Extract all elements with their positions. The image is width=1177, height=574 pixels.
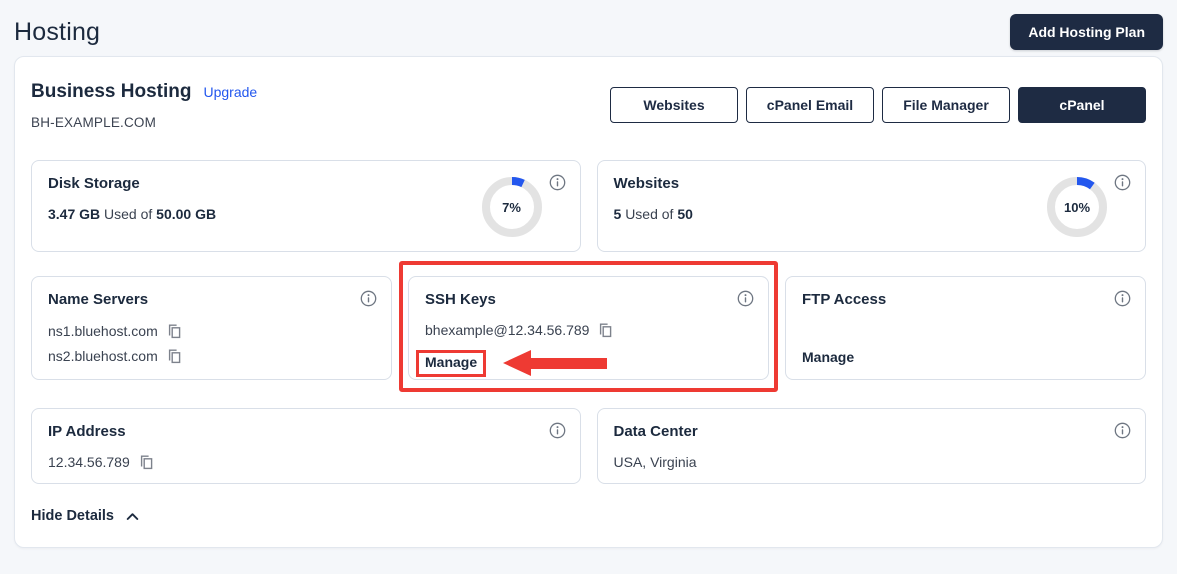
page-title: Hosting: [14, 17, 101, 46]
ssh-keys-card-wrapper: SSH Keys bhexample@12.34.56.789 Manage: [399, 261, 778, 392]
info-icon[interactable]: [358, 288, 379, 309]
plan-identity: Business Hosting Upgrade BH-EXAMPLE.COM: [31, 81, 257, 130]
copy-icon[interactable]: [599, 323, 612, 338]
file-manager-button[interactable]: File Manager: [882, 87, 1010, 123]
card-title: IP Address: [48, 423, 126, 440]
annotation-arrow: [503, 350, 607, 376]
disk-storage-card: Disk Storage 3.47 GB Used of 50.00 GB 7%: [31, 160, 581, 252]
name-servers-card: Name Servers ns1.bluehost.com ns2.blueho…: [31, 276, 392, 380]
ssh-manage-link[interactable]: Manage: [425, 354, 477, 370]
websites-card: Websites 5 Used of 50 10%: [596, 160, 1146, 252]
info-icon[interactable]: [1112, 172, 1133, 193]
ip-address-value: 12.34.56.789: [48, 454, 130, 470]
disk-usage-donut: 7%: [480, 175, 544, 239]
ssh-keys-card: SSH Keys bhexample@12.34.56.789 Manage: [408, 276, 769, 380]
ftp-access-card: FTP Access Manage: [785, 276, 1146, 380]
hosting-page: Hosting Add Hosting Plan Business Hostin…: [0, 0, 1177, 574]
ssh-manage-row: Manage: [416, 349, 752, 377]
plan-header: Business Hosting Upgrade BH-EXAMPLE.COM …: [31, 81, 1146, 130]
cpanel-email-button[interactable]: cPanel Email: [746, 87, 874, 123]
ssh-key-value: bhexample@12.34.56.789: [425, 322, 590, 338]
plan-actions: Websites cPanel Email File Manager cPane…: [610, 87, 1146, 123]
donut-percent-label: 10%: [1063, 199, 1091, 215]
topbar: Hosting Add Hosting Plan: [14, 0, 1163, 52]
data-center-card: Data Center USA, Virginia: [596, 408, 1146, 484]
add-hosting-plan-button[interactable]: Add Hosting Plan: [1010, 14, 1163, 50]
name-server-list: ns1.bluehost.com ns2.bluehost.com: [48, 323, 375, 364]
card-title: FTP Access: [802, 291, 887, 308]
hide-details-label: Hide Details: [31, 508, 114, 524]
copy-icon[interactable]: [140, 455, 153, 470]
ip-address-row: 12.34.56.789: [48, 454, 564, 470]
hosting-plan-panel: Business Hosting Upgrade BH-EXAMPLE.COM …: [14, 56, 1163, 548]
ip-address-card: IP Address 12.34.56.789: [31, 408, 581, 484]
card-title: Data Center: [613, 423, 698, 440]
hide-details-toggle[interactable]: Hide Details: [31, 508, 139, 524]
detail-cards-row: Name Servers ns1.bluehost.com ns2.blueho…: [31, 261, 1146, 392]
name-server-row: ns1.bluehost.com: [48, 323, 375, 339]
ftp-manage-link[interactable]: Manage: [802, 349, 1129, 365]
websites-usage-donut: 10%: [1045, 175, 1109, 239]
usage-cards-row: Disk Storage 3.47 GB Used of 50.00 GB 7%…: [31, 160, 1146, 252]
meta-cards-row: IP Address 12.34.56.789 Data Center USA,…: [31, 408, 1146, 484]
ssh-key-value-row: bhexample@12.34.56.789: [425, 322, 752, 338]
info-icon[interactable]: [547, 420, 568, 441]
copy-icon[interactable]: [168, 349, 181, 364]
donut-percent-label: 7%: [502, 199, 521, 215]
chevron-up-icon: [126, 512, 139, 521]
info-icon[interactable]: [735, 288, 756, 309]
upgrade-link[interactable]: Upgrade: [203, 84, 257, 100]
info-icon[interactable]: [547, 172, 568, 193]
card-title: SSH Keys: [425, 291, 496, 308]
card-title: Name Servers: [48, 291, 149, 308]
copy-icon[interactable]: [168, 324, 181, 339]
name-server-value: ns1.bluehost.com: [48, 323, 158, 339]
plan-name: Business Hosting: [31, 81, 192, 102]
plan-domain: BH-EXAMPLE.COM: [31, 115, 157, 130]
websites-button[interactable]: Websites: [610, 87, 738, 123]
cpanel-button[interactable]: cPanel: [1018, 87, 1146, 123]
info-icon[interactable]: [1112, 288, 1133, 309]
name-server-row: ns2.bluehost.com: [48, 348, 375, 364]
name-server-value: ns2.bluehost.com: [48, 348, 158, 364]
info-icon[interactable]: [1112, 420, 1133, 441]
data-center-value: USA, Virginia: [613, 454, 697, 470]
annotation-manage-box: Manage: [416, 349, 487, 377]
